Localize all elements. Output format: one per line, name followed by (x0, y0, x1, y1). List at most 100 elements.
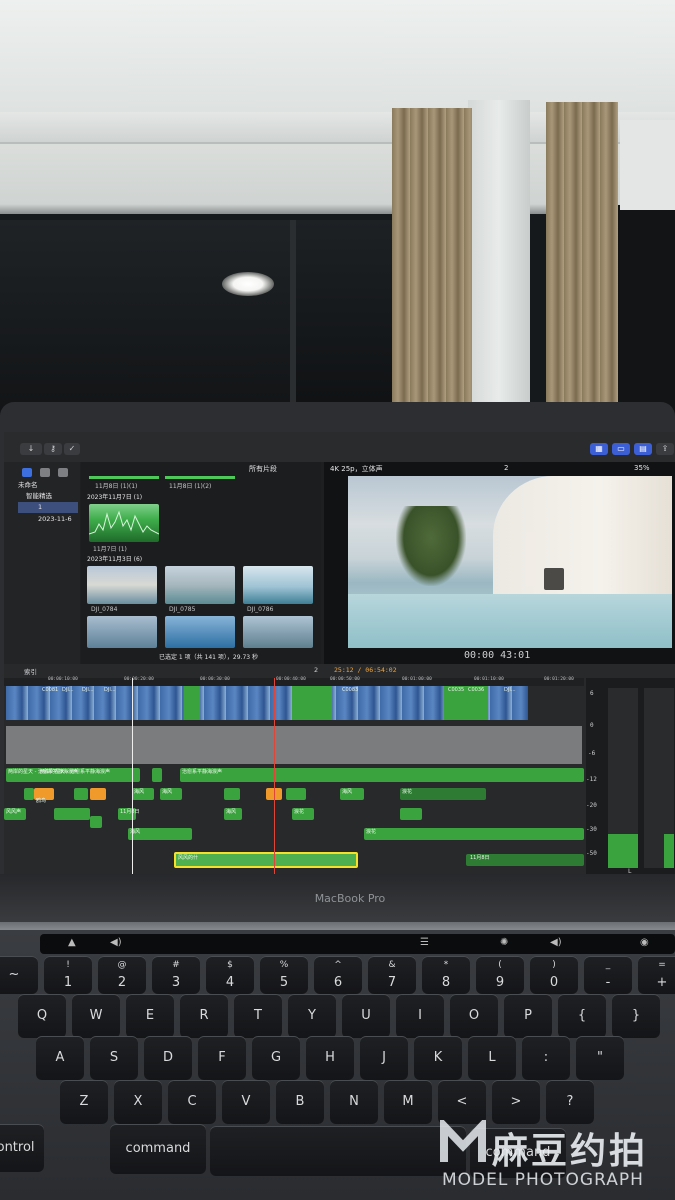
sfx-clip[interactable] (364, 828, 584, 840)
key-e[interactable]: E (126, 994, 174, 1038)
audio-clip-thumbnail[interactable] (88, 504, 160, 542)
key-q[interactable]: Q (18, 994, 66, 1038)
key-y[interactable]: Y (288, 994, 336, 1038)
key-o[interactable]: O (450, 994, 498, 1038)
touchbar-arrow-icon[interactable]: ▲ (68, 937, 76, 948)
key-command-left[interactable]: command (110, 1124, 206, 1174)
key-n[interactable]: N (330, 1080, 378, 1124)
layout-timeline-icon[interactable]: ▭ (612, 443, 630, 455)
sfx-clip[interactable] (224, 788, 240, 800)
touchbar-menu-icon[interactable]: ☰ (420, 937, 429, 948)
key-w[interactable]: W (72, 994, 120, 1038)
import-icon[interactable]: ↓ (20, 443, 42, 455)
check-icon[interactable]: ✓ (64, 443, 80, 455)
key-12[interactable]: = + (638, 956, 675, 994)
key-j[interactable]: J (360, 1036, 408, 1080)
video-clip-green[interactable] (184, 686, 200, 720)
key-r[interactable]: R (180, 994, 228, 1038)
zoom-dropdown[interactable]: 35% (634, 464, 650, 472)
sfx-clip[interactable] (54, 808, 90, 820)
key-b[interactable]: B (276, 1080, 324, 1124)
key-10[interactable]: ) 0 (530, 956, 578, 994)
key-v[interactable]: V (222, 1080, 270, 1124)
key-9[interactable]: (9 (476, 956, 524, 994)
key-2[interactable]: @2 (98, 956, 146, 994)
share-icon[interactable]: ⇪ (656, 443, 674, 455)
library-name[interactable]: 未命名 (18, 480, 38, 491)
touchbar-brightness-icon[interactable]: ✺ (500, 937, 508, 948)
layout-inspector-icon[interactable]: ▤ (634, 443, 652, 455)
video-clip-thumbnail[interactable] (165, 566, 235, 604)
playhead-line[interactable] (274, 678, 275, 874)
key-0[interactable]: ~ (0, 956, 38, 994)
video-clip-thumbnail[interactable] (243, 566, 313, 604)
key-icon[interactable]: ⚷ (44, 443, 62, 455)
key-3[interactable]: #3 (152, 956, 200, 994)
key-g[interactable]: G (252, 1036, 300, 1080)
touch-bar[interactable]: ▲ ◀) ☰ ✺ ◀) ◉ (40, 934, 675, 954)
sfx-clip[interactable] (90, 816, 102, 828)
layout-browser-icon[interactable]: ▦ (590, 443, 608, 455)
video-clip-green[interactable] (292, 686, 332, 720)
key-{[interactable]: { (558, 994, 606, 1038)
libraries-tab-icon[interactable] (22, 468, 32, 477)
timeline-counter: 2 (314, 666, 319, 674)
key-u[interactable]: U (342, 994, 390, 1038)
key-d[interactable]: D (144, 1036, 192, 1080)
key-5[interactable]: % 5 (260, 956, 308, 994)
music-clip[interactable] (152, 768, 162, 782)
titles-tab-icon[interactable] (58, 468, 68, 477)
sfx-clip-highlighted[interactable] (90, 788, 106, 800)
key-i[interactable]: I (396, 994, 444, 1038)
key-a[interactable]: A (36, 1036, 84, 1080)
key-control[interactable]: control (0, 1124, 44, 1172)
key-c[interactable]: C (168, 1080, 216, 1124)
key-space[interactable] (210, 1126, 466, 1176)
touchbar-volume-icon[interactable]: ◀) (110, 937, 122, 948)
music-clip[interactable] (180, 768, 584, 782)
touchbar-speaker-icon[interactable]: ◀) (550, 937, 562, 948)
key-11[interactable]: _ - (584, 956, 632, 994)
photos-tab-icon[interactable] (40, 468, 50, 477)
key-t[interactable]: T (234, 994, 282, 1038)
key-z[interactable]: Z (60, 1080, 108, 1124)
key-l[interactable]: L (468, 1036, 516, 1080)
key-1[interactable]: ! 1 (44, 956, 92, 994)
sidebar-item-smart-collections[interactable]: 智能精选 (26, 491, 52, 502)
event-group-header[interactable]: 2023年11月3日 (6) (87, 554, 142, 563)
key-4[interactable]: $4 (206, 956, 254, 994)
ruler-mark: 00:00:40:00 (276, 677, 306, 682)
key-8[interactable]: * 8 (422, 956, 470, 994)
video-clip-thumbnail[interactable] (243, 616, 313, 648)
video-clip-thumbnail[interactable] (87, 616, 157, 648)
sfx-clip[interactable] (400, 788, 486, 800)
video-clip-thumbnail[interactable] (165, 616, 235, 648)
key-7[interactable]: & 7 (368, 956, 416, 994)
key-6[interactable]: ^ 6 (314, 956, 362, 994)
key-legend: T (254, 1008, 262, 1023)
sfx-clip[interactable] (24, 788, 34, 800)
video-clip-thumbnail[interactable] (87, 566, 157, 604)
sidebar-item-event-1[interactable]: 1 (38, 502, 42, 513)
key-f[interactable]: F (198, 1036, 246, 1080)
key-}[interactable]: } (612, 994, 660, 1038)
key-h[interactable]: H (306, 1036, 354, 1080)
key-s[interactable]: S (90, 1036, 138, 1080)
index-tab[interactable]: 索引 (24, 666, 37, 676)
clip-filter-dropdown[interactable]: 所有片段 (249, 464, 277, 474)
touchbar-siri-icon[interactable]: ◉ (640, 937, 649, 948)
key-:[interactable]: : (522, 1036, 570, 1080)
sfx-clip[interactable] (286, 788, 306, 800)
event-group-header[interactable]: 2023年11月7日 (1) (87, 492, 142, 501)
sfx-clip[interactable] (400, 808, 422, 820)
meter-scale: -20 (586, 802, 597, 809)
key-k[interactable]: K (414, 1036, 462, 1080)
selected-audio-clip[interactable] (174, 852, 358, 868)
sidebar-item-event-date[interactable]: 2023-11-6 (38, 514, 72, 525)
key-p[interactable]: P (504, 994, 552, 1038)
sfx-clip[interactable] (74, 788, 88, 800)
key-"[interactable]: " (576, 1036, 624, 1080)
key-m[interactable]: M (384, 1080, 432, 1124)
skimmer-line[interactable] (132, 678, 133, 874)
key-x[interactable]: X (114, 1080, 162, 1124)
